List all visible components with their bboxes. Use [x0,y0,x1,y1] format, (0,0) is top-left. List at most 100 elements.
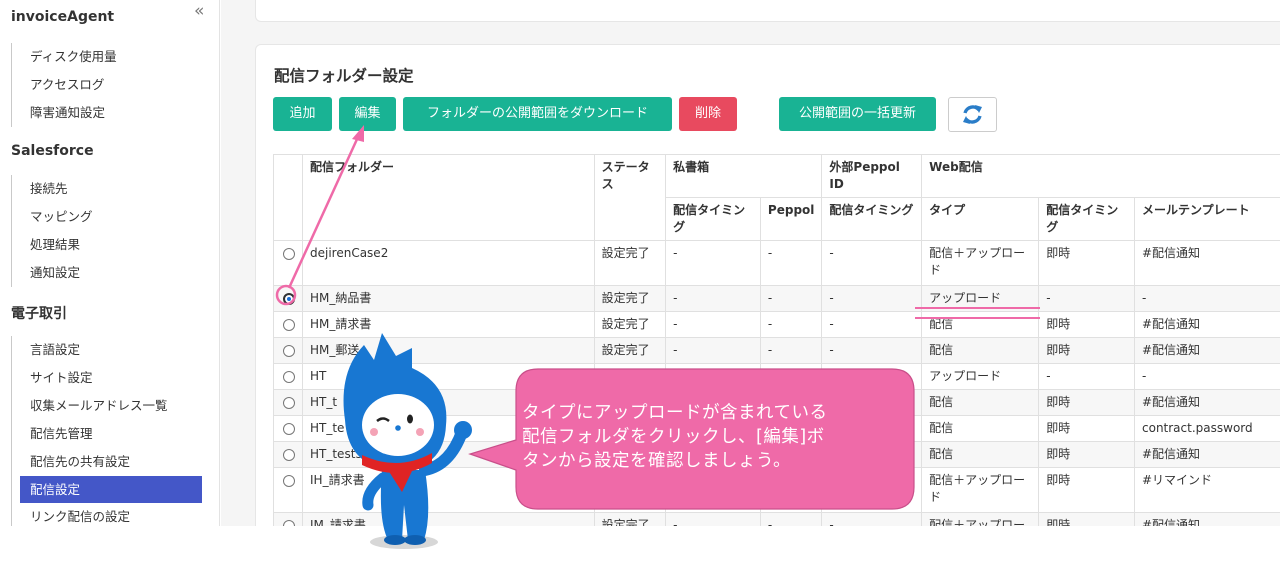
sidebar: invoiceAgent « ディスク使用量 アクセスログ 障害通知設定 Sal… [0,0,220,526]
bulk-update-button[interactable]: 公開範囲の一括更新 [779,97,936,131]
nav-group-salesforce: 接続先 マッピング 処理結果 通知設定 [11,175,206,287]
table-row[interactable]: IH_請求書 配信＋アップロード 即時 #リマインド [273,467,1280,513]
sidebar-item-disk-usage[interactable]: ディスク使用量 [12,43,206,71]
sidebar-item-destinations[interactable]: 配信先管理 [12,420,206,448]
row-radio-cell[interactable] [273,311,303,338]
sidebar-item-language[interactable]: 言語設定 [12,336,206,364]
cell-status: 設定完了 [593,337,667,364]
col-select [273,154,303,241]
cell-pb-peppol: - [759,337,823,364]
cell-web-timing: 即時 [1038,389,1135,416]
col-status: ステータス [593,154,667,241]
col-web-timing: 配信タイミング [1038,197,1135,241]
row-radio[interactable] [283,449,295,461]
cell-status [593,467,667,513]
cell-template: #配信通知 [1134,512,1280,526]
sidebar-item-destination-sharing[interactable]: 配信先の共有設定 [12,448,206,476]
row-radio[interactable] [283,475,295,487]
sidebar-item-results[interactable]: 処理結果 [12,231,206,259]
row-radio[interactable] [283,248,295,260]
row-radio-selected[interactable] [283,293,295,305]
sidebar-item-notify-settings[interactable]: 通知設定 [12,259,206,287]
row-radio-cell[interactable] [273,441,303,468]
sidebar-item-site[interactable]: サイト設定 [12,364,206,392]
table-row[interactable]: HM_請求書 設定完了 - - - 配信 即時 #配信通知 [273,311,1280,338]
nav-group-admin: ディスク使用量 アクセスログ 障害通知設定 [11,43,206,127]
cell-ext-timing: - [821,240,923,286]
cell-type: 配信 [921,389,1040,416]
cell-template: #配信通知 [1134,441,1280,468]
sidebar-item-delivery-settings[interactable]: 配信設定 [20,476,202,503]
cell-status: 設定完了 [593,311,667,338]
callout-text: タイプにアップロードが含まれている 配信フォルダをクリックし、[編集]ボ タンか… [522,401,902,473]
row-radio[interactable] [283,397,295,409]
table-row[interactable]: HT 設定完了 - - - アップロード - - [273,363,1280,390]
section-salesforce: Salesforce [11,143,94,159]
row-radio-cell[interactable] [273,512,303,526]
sidebar-item-link-delivery[interactable]: リンク配信の設定 [12,503,206,526]
table-row[interactable]: HM_郵送 設定完了 - - - 配信 即時 #配信通知 [273,337,1280,364]
table-row[interactable]: IM_請求書 設定完了 - - - 配信＋アップロー 即時 #配信通知 [273,512,1280,526]
cell-type: アップロード [921,285,1040,312]
section-edi: 電子取引 [11,306,67,322]
cell-template: #配信通知 [1134,337,1280,364]
cell-web-timing: 即時 [1038,512,1135,526]
cell-ext-timing: - [821,337,923,364]
edit-button[interactable]: 編集 [339,97,396,131]
table-row[interactable]: dejirenCase2 設定完了 - - - 配信＋アップロード 即時 #配信… [273,240,1280,286]
sidebar-item-access-log[interactable]: アクセスログ [12,71,206,99]
cell-web-timing: 即時 [1038,337,1135,364]
row-radio[interactable] [283,520,295,526]
col-pb-peppol: Peppol [759,197,823,241]
row-radio[interactable] [283,319,295,331]
cell-web-timing: - [1038,363,1135,390]
cell-type: 配信 [921,337,1040,364]
cell-ext-timing: - [821,512,923,526]
sidebar-item-mapping[interactable]: マッピング [12,203,206,231]
cell-ext-timing: - [821,363,923,390]
cell-pb-peppol: - [759,285,823,312]
cell-pb-timing: - [665,363,761,390]
cell-template: #配信通知 [1134,240,1280,286]
cell-folder: IM_請求書 [302,512,595,526]
row-radio[interactable] [283,371,295,383]
cell-pb-peppol: - [759,512,823,526]
table-row[interactable]: HM_納品書 設定完了 - - - アップロード - - [273,285,1280,312]
cell-folder: dejirenCase2 [302,240,595,286]
row-radio-cell[interactable] [273,363,303,390]
cell-pb-timing [665,467,761,513]
row-radio-cell[interactable] [273,285,303,312]
app-title: invoiceAgent [11,9,115,25]
col-private-box: 私書箱 [665,154,823,198]
cell-folder: HM_納品書 [302,285,595,312]
cell-template: - [1134,285,1280,312]
delete-button[interactable]: 削除 [679,97,737,131]
sidebar-item-mail-addresses[interactable]: 収集メールアドレス一覧 [12,392,206,420]
sidebar-item-connection[interactable]: 接続先 [12,175,206,203]
cell-web-timing: 即時 [1038,415,1135,442]
row-radio[interactable] [283,345,295,357]
row-radio-cell[interactable] [273,415,303,442]
row-radio-cell[interactable] [273,337,303,364]
refresh-button[interactable] [948,97,997,132]
collapse-sidebar-icon[interactable]: « [194,1,204,21]
sidebar-item-failure-notify[interactable]: 障害通知設定 [12,99,206,127]
download-scope-button[interactable]: フォルダーの公開範囲をダウンロード [403,97,672,131]
row-radio[interactable] [283,423,295,435]
row-radio-cell[interactable] [273,467,303,513]
cell-template: #配信通知 [1134,311,1280,338]
cell-pb-peppol: - [759,311,823,338]
row-radio-cell[interactable] [273,240,303,286]
cell-web-timing: 即時 [1038,441,1135,468]
add-button[interactable]: 追加 [273,97,332,131]
cell-type: 配信 [921,415,1040,442]
cell-web-timing: 即時 [1038,311,1135,338]
cell-type: アップロード [921,363,1040,390]
cell-status: 設定完了 [593,285,667,312]
col-external-peppol: 外部Peppol ID [821,154,923,198]
col-ext-timing: 配信タイミング [821,197,923,241]
cell-template: - [1134,363,1280,390]
cell-pb-peppol [759,467,823,513]
row-radio-cell[interactable] [273,389,303,416]
col-mail-template: メールテンプレート [1134,197,1280,241]
